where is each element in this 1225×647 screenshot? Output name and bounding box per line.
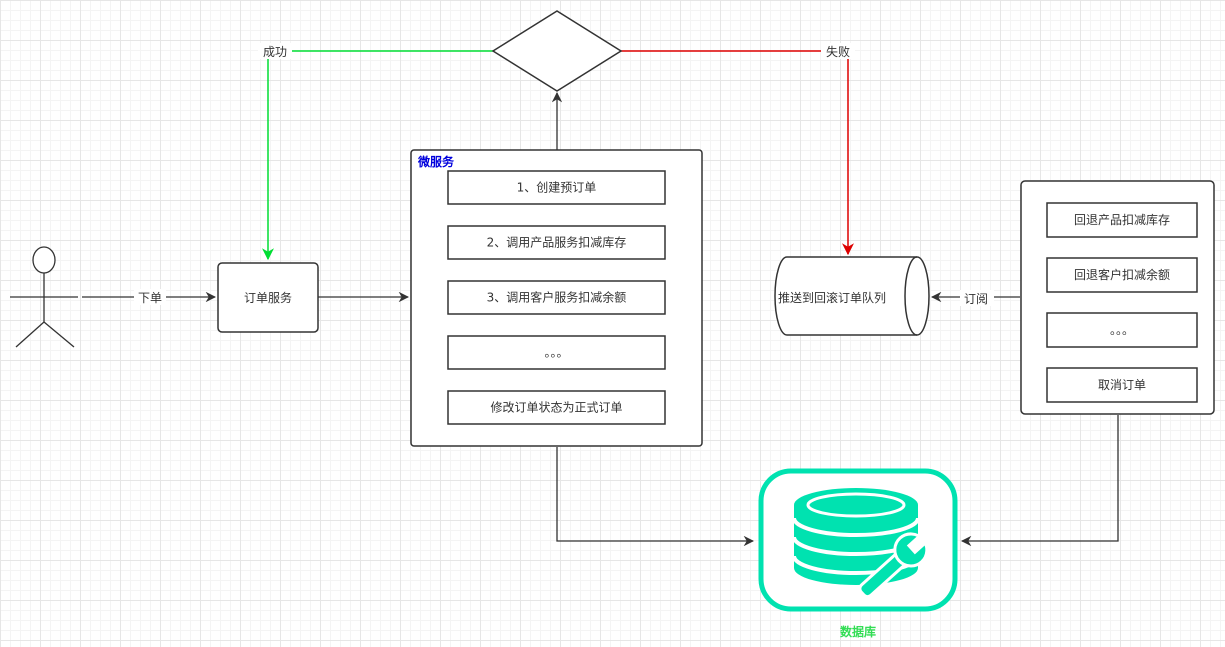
edge-label-failure: 失败 (826, 44, 850, 59)
database-icon[interactable] (758, 468, 958, 612)
rollback-step-label-1: 回退产品扣减库存 (1074, 212, 1170, 227)
database-label: 数据库 (840, 624, 876, 639)
actor-figure (10, 246, 78, 348)
edge-label-subscribe: 订阅 (964, 292, 988, 306)
microservice-step-label-4: 。。。 (544, 346, 568, 360)
edge-label-place-order: 下单 (138, 291, 162, 305)
rollback-step-label-3: 。。。 (1110, 323, 1134, 337)
rollback-step-label-2: 回退客户扣减余额 (1074, 267, 1170, 282)
queue-label: 推送到回滚订单队列 (778, 290, 886, 305)
edge-label-success: 成功 (263, 45, 287, 59)
flow-diagram: 下单 成功 失败 订阅 订单服务 微服务 1、创建预订单 2、调用产品服务扣减库存… (10, 10, 1215, 639)
edge-microservice-to-database (556, 447, 755, 547)
decision-diamond[interactable] (491, 10, 623, 92)
microservice-step-label-2: 2、调用产品服务扣减库存 (487, 235, 627, 250)
microservice-step-label-3: 3、调用客户服务扣减余额 (487, 290, 627, 305)
order-service-label: 订单服务 (244, 290, 292, 305)
microservice-title: 微服务 (417, 154, 455, 169)
microservice-step-label-1: 1、创建预订单 (517, 181, 597, 195)
rollback-step-label-4: 取消订单 (1098, 378, 1146, 392)
edge-rollback-to-database (960, 415, 1119, 547)
microservice-step-label-5: 修改订单状态为正式订单 (490, 400, 622, 415)
